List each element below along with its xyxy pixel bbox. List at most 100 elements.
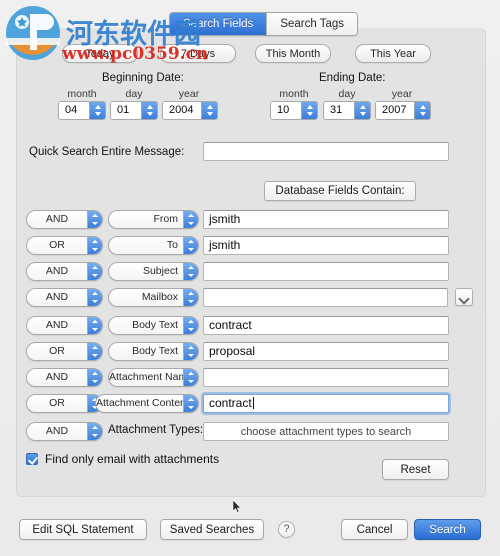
popup-arrows-icon[interactable] xyxy=(183,369,198,386)
ending-day-value[interactable]: 31 xyxy=(324,102,354,119)
field-selector-value: Mailbox xyxy=(141,291,178,303)
attachment-types-chooser[interactable]: choose attachment types to search xyxy=(203,422,449,441)
stepper-arrows-icon[interactable] xyxy=(414,102,430,119)
popup-arrows-icon[interactable] xyxy=(183,263,198,280)
beginning-year-value[interactable]: 2004 xyxy=(163,102,201,119)
tab-search-fields[interactable]: Search Fields xyxy=(170,13,267,35)
popup-arrows-icon[interactable] xyxy=(183,317,198,334)
field-selector-popup-5[interactable]: Body Text xyxy=(108,342,199,361)
popup-arrows-icon[interactable] xyxy=(87,343,102,360)
beginning-month-stepper[interactable]: 04 xyxy=(58,101,106,120)
edit-sql-statement-button[interactable]: Edit SQL Statement xyxy=(19,519,147,540)
popup-arrows-icon[interactable] xyxy=(87,423,102,440)
boolean-operator-popup-7[interactable]: OR xyxy=(26,394,103,413)
beginning-day-label: day xyxy=(125,88,143,100)
popup-arrows-icon[interactable] xyxy=(87,289,102,306)
criterion-value-input-7[interactable]: contract xyxy=(203,394,449,413)
ending-month-stepper[interactable]: 10 xyxy=(270,101,318,120)
tab-search-tags[interactable]: Search Tags xyxy=(266,13,358,35)
criterion-row: AND Subject xyxy=(0,262,468,284)
criterion-row: AND Attachment Name xyxy=(0,368,468,390)
quick-search-input[interactable] xyxy=(203,142,449,161)
field-selector-popup-3[interactable]: Mailbox xyxy=(108,288,199,307)
criterion-value-input-0[interactable]: jsmith xyxy=(203,210,449,229)
quick-date-this-month-button[interactable]: This Month xyxy=(255,44,331,63)
popup-arrows-icon[interactable] xyxy=(183,211,198,228)
popup-arrows-icon[interactable] xyxy=(87,211,102,228)
criterion-value-input-3[interactable] xyxy=(203,288,448,307)
cancel-button[interactable]: Cancel xyxy=(341,519,408,540)
popup-arrows-icon[interactable] xyxy=(87,263,102,280)
ending-year-value[interactable]: 2007 xyxy=(376,102,414,119)
stepper-arrows-icon[interactable] xyxy=(301,102,317,119)
tab-group: Search Fields Search Tags xyxy=(169,12,359,36)
boolean-operator-value: AND xyxy=(45,291,69,303)
popup-arrows-icon[interactable] xyxy=(87,317,102,334)
find-only-attachments-row[interactable]: Find only email with attachments xyxy=(26,452,219,466)
beginning-month-value[interactable]: 04 xyxy=(59,102,89,119)
popup-arrows-icon[interactable] xyxy=(183,289,198,306)
field-selector-popup-2[interactable]: Subject xyxy=(108,262,199,281)
beginning-date-title: Beginning Date: xyxy=(102,72,184,84)
popup-arrows-icon[interactable] xyxy=(183,395,198,412)
boolean-operator-popup-8[interactable]: AND xyxy=(26,422,103,441)
criterion-value-input-1[interactable]: jsmith xyxy=(203,236,449,255)
boolean-operator-value: AND xyxy=(45,319,69,331)
criterion-value-input-4[interactable]: contract xyxy=(203,316,449,335)
field-selector-popup-4[interactable]: Body Text xyxy=(108,316,199,335)
field-selector-value: Body Text xyxy=(132,345,178,357)
criterion-value-input-5[interactable]: proposal xyxy=(203,342,449,361)
saved-searches-button[interactable]: Saved Searches xyxy=(160,519,264,540)
stepper-arrows-icon[interactable] xyxy=(89,102,105,119)
ending-day-label: day xyxy=(338,88,356,100)
field-selector-value: Body Text xyxy=(132,319,178,331)
ending-day-stepper[interactable]: 31 xyxy=(323,101,371,120)
field-selector-popup-7[interactable]: Attachment Contents xyxy=(95,394,199,413)
boolean-operator-popup-5[interactable]: OR xyxy=(26,342,103,361)
boolean-operator-popup-2[interactable]: AND xyxy=(26,262,103,281)
mouse-cursor xyxy=(233,500,242,513)
help-button[interactable]: ? xyxy=(278,521,295,538)
beginning-day-stepper[interactable]: 01 xyxy=(110,101,158,120)
field-selector-value: Subject xyxy=(142,265,178,277)
stepper-arrows-icon[interactable] xyxy=(354,102,370,119)
criterion-row: OR Attachment Contents contract xyxy=(0,394,468,416)
boolean-operator-value: OR xyxy=(49,239,65,251)
quick-date-today-button[interactable]: Today xyxy=(62,44,138,63)
beginning-day-value[interactable]: 01 xyxy=(111,102,141,119)
database-fields-contain-button[interactable]: Database Fields Contain: xyxy=(264,181,416,201)
popup-arrows-icon[interactable] xyxy=(183,343,198,360)
reset-button[interactable]: Reset xyxy=(382,459,449,480)
boolean-operator-popup-0[interactable]: AND xyxy=(26,210,103,229)
beginning-year-stepper[interactable]: 2004 xyxy=(162,101,218,120)
stepper-arrows-icon[interactable] xyxy=(201,102,217,119)
ending-month-value[interactable]: 10 xyxy=(271,102,301,119)
field-selector-value: Attachment Name xyxy=(109,371,183,383)
criterion-value-text: contract xyxy=(209,396,252,410)
boolean-operator-popup-6[interactable]: AND xyxy=(26,368,103,387)
stepper-arrows-icon[interactable] xyxy=(141,102,157,119)
field-selector-popup-6[interactable]: Attachment Name xyxy=(108,368,199,387)
popup-arrows-icon[interactable] xyxy=(183,237,198,254)
field-selector-popup-0[interactable]: From xyxy=(108,210,199,229)
popup-arrows-icon[interactable] xyxy=(87,369,102,386)
popup-arrows-icon[interactable] xyxy=(87,237,102,254)
quick-date-this-year-button[interactable]: This Year xyxy=(355,44,431,63)
boolean-operator-popup-4[interactable]: AND xyxy=(26,316,103,335)
boolean-operator-popup-1[interactable]: OR xyxy=(26,236,103,255)
chevron-down-icon[interactable] xyxy=(455,288,473,306)
criterion-value-input-2[interactable] xyxy=(203,262,449,281)
beginning-year-label: year xyxy=(178,88,200,100)
checkbox-checked-icon[interactable] xyxy=(26,453,38,465)
tab-bar: Search Fields Search Tags xyxy=(0,12,500,38)
quick-date-7days-button[interactable]: 7 Days xyxy=(160,44,236,63)
ending-year-stepper[interactable]: 2007 xyxy=(375,101,431,120)
ending-month-label: month xyxy=(279,88,309,100)
beginning-month-label: month xyxy=(67,88,97,100)
field-selector-popup-1[interactable]: To xyxy=(108,236,199,255)
boolean-operator-popup-3[interactable]: AND xyxy=(26,288,103,307)
criterion-value-input-6[interactable] xyxy=(203,368,449,387)
find-only-attachments-label: Find only email with attachments xyxy=(45,452,220,466)
search-button[interactable]: Search xyxy=(414,519,481,540)
criterion-row: AND Mailbox xyxy=(0,288,473,310)
